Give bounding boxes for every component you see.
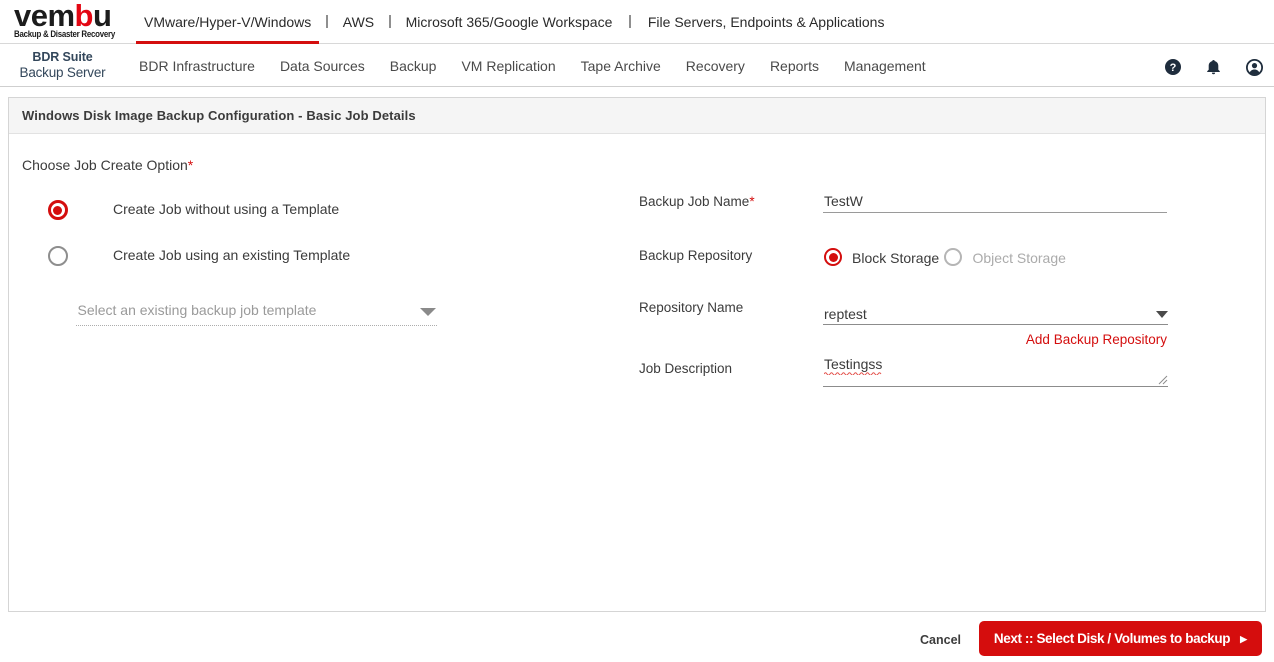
- svg-text:?: ?: [1170, 62, 1177, 74]
